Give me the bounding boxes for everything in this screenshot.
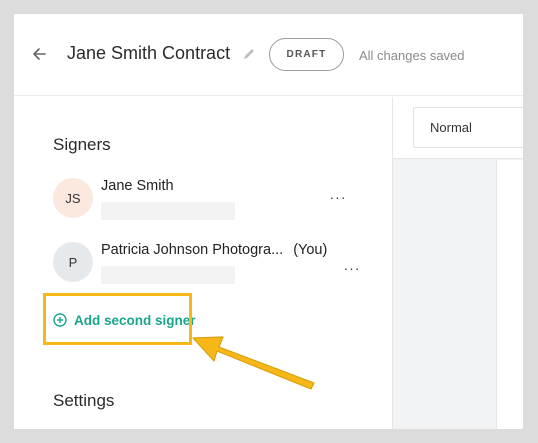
signer-name-text: Patricia Johnson Photogra... (101, 242, 284, 258)
settings-heading: Settings (53, 391, 115, 410)
edit-title-button[interactable] (241, 45, 257, 63)
save-status: All changes saved (359, 48, 465, 63)
signer-name: Patricia Johnson Photogra... (You) (101, 242, 327, 258)
back-button[interactable] (30, 44, 48, 64)
avatar: JS (53, 178, 93, 218)
plus-circle-icon (53, 313, 67, 327)
paragraph-style-select[interactable]: Normal (413, 107, 523, 148)
header-bar: Jane Smith Contract DRAFT All changes sa… (14, 14, 523, 96)
signer-more-button[interactable]: ··· (329, 190, 347, 204)
editor-panel: Normal (392, 97, 523, 429)
document-page (496, 160, 523, 429)
pencil-icon (244, 49, 254, 59)
signer-more-button[interactable]: ··· (343, 261, 361, 275)
signers-panel: Signers JS Jane Smith ··· P Patricia Joh… (14, 97, 391, 429)
signer-email-placeholder (101, 266, 235, 284)
signer-email-placeholder (101, 202, 235, 220)
add-signer-label: Add second signer (74, 312, 196, 328)
document-title: Jane Smith Contract (67, 43, 231, 63)
you-label: (You) (293, 242, 328, 258)
arrow-left-icon (33, 48, 46, 60)
signer-name: Jane Smith (101, 178, 174, 194)
signer-row: P Patricia Johnson Photogra... (You) ··· (53, 242, 373, 288)
avatar: P (53, 242, 93, 282)
signer-row: JS Jane Smith ··· (53, 178, 373, 224)
status-badge: DRAFT (269, 38, 344, 71)
add-signer-button[interactable]: Add second signer (53, 309, 196, 331)
app-window: Jane Smith Contract DRAFT All changes sa… (14, 14, 523, 429)
signers-heading: Signers (53, 135, 111, 154)
